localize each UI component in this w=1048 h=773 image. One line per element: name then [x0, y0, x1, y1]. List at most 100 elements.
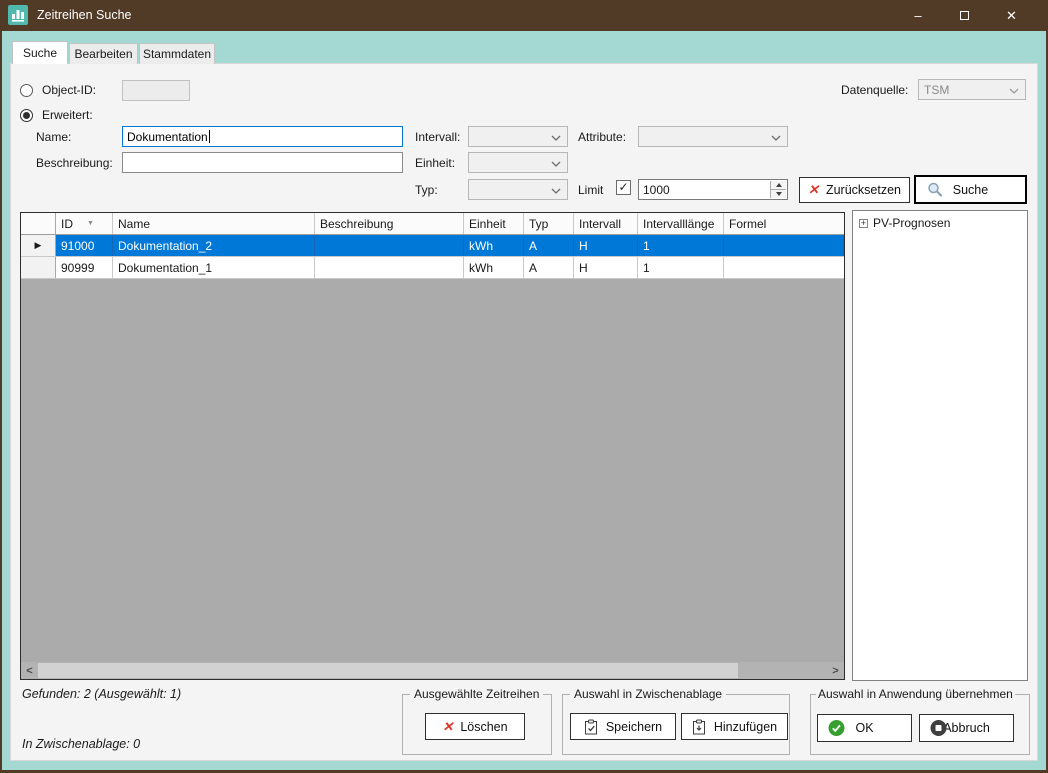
tab-bearbeiten[interactable]: Bearbeiten: [69, 43, 138, 64]
datenquelle-label: Datenquelle:: [841, 83, 908, 97]
cell-name: Dokumentation_1: [113, 257, 315, 278]
chevron-down-icon: [551, 161, 561, 167]
column-label: Formel: [729, 217, 766, 231]
stop-icon: [930, 720, 947, 737]
tree-expand-icon[interactable]: +: [859, 219, 868, 228]
ok-button[interactable]: OK: [817, 714, 912, 742]
attribute-select[interactable]: [638, 126, 788, 147]
close-icon: ✕: [1006, 8, 1017, 24]
table-row[interactable]: 90999 Dokumentation_1 kWh A H 1: [21, 257, 844, 279]
cell-intervalllaenge: 1: [638, 235, 724, 256]
spinner-up-button[interactable]: [771, 181, 786, 190]
chevron-down-icon: [1009, 88, 1019, 94]
scroll-left-button[interactable]: <: [21, 662, 38, 679]
column-label: Intervall: [579, 217, 621, 231]
column-header-id[interactable]: ID ▼: [56, 213, 113, 234]
clipboard-check-icon: [584, 719, 599, 735]
object-id-label: Object-ID:: [42, 83, 96, 97]
limit-value: 1000: [643, 183, 670, 197]
cell-beschreibung: [315, 235, 464, 256]
sort-desc-icon: ▼: [87, 220, 94, 227]
column-header-intervall[interactable]: Intervall: [574, 213, 638, 234]
erweitert-label: Erweitert:: [42, 108, 93, 122]
tab-label: Stammdaten: [143, 47, 211, 61]
tab-stammdaten[interactable]: Stammdaten: [139, 43, 215, 64]
spinner-down-button[interactable]: [771, 190, 786, 198]
beschreibung-input[interactable]: [122, 152, 403, 173]
loeschen-button[interactable]: ✕ Löschen: [425, 713, 525, 740]
name-input[interactable]: Dokumentation: [122, 126, 403, 147]
abbruch-label: Abbruch: [943, 721, 990, 735]
check-icon: ✓: [618, 180, 628, 194]
maximize-button[interactable]: [941, 0, 988, 31]
table-row-selected[interactable]: ▶ 91000 Dokumentation_2 kWh A H 1: [21, 235, 844, 257]
clipboard-add-icon: [692, 719, 707, 735]
column-header-formel[interactable]: Formel: [724, 213, 844, 234]
group-title: Ausgewählte Zeitreihen: [410, 687, 543, 701]
name-label: Name:: [36, 130, 71, 144]
cell-id: 90999: [56, 257, 113, 278]
chevron-down-icon: [771, 135, 781, 141]
einheit-label: Einheit:: [415, 156, 455, 170]
object-id-field[interactable]: [122, 80, 190, 101]
typ-label: Typ:: [415, 183, 438, 197]
close-button[interactable]: ✕: [988, 0, 1035, 31]
cell-formel: [724, 257, 844, 278]
table-corner-cell[interactable]: [21, 213, 56, 234]
results-table: ID ▼ Name Beschreibung Einheit Typ Inter…: [20, 212, 845, 680]
zuruecksetzen-button[interactable]: ✕ Zurücksetzen: [799, 177, 910, 203]
limit-input[interactable]: 1000: [638, 179, 788, 200]
beschreibung-label: Beschreibung:: [36, 156, 113, 170]
suche-button[interactable]: Suche: [914, 175, 1027, 204]
column-header-typ[interactable]: Typ: [524, 213, 574, 234]
plus-icon: +: [861, 218, 866, 228]
ok-label: OK: [855, 721, 873, 735]
cell-intervall: H: [574, 235, 638, 256]
datenquelle-value: TSM: [924, 83, 949, 97]
red-x-icon: ✕: [442, 719, 453, 735]
speichern-button[interactable]: Speichern: [570, 713, 676, 740]
found-status-text: Gefunden: 2 (Ausgewählt: 1): [22, 687, 181, 701]
cell-einheit: kWh: [464, 235, 524, 256]
chevron-down-icon: [551, 188, 561, 194]
limit-checkbox[interactable]: ✓: [616, 180, 631, 195]
column-label: Name: [118, 217, 150, 231]
window-title: Zeitreihen Suche: [37, 8, 132, 22]
cell-formel: [724, 235, 844, 256]
object-id-radio[interactable]: [20, 84, 33, 97]
row-selector-icon: ▶: [35, 240, 42, 251]
scrollbar-track[interactable]: [38, 662, 827, 679]
scroll-right-button[interactable]: >: [827, 662, 844, 679]
group-title: Auswahl in Zwischenablage: [570, 687, 726, 701]
hinzufuegen-button[interactable]: Hinzufügen: [681, 713, 788, 740]
datenquelle-select[interactable]: TSM: [918, 79, 1026, 100]
column-label: ID: [61, 217, 73, 231]
tab-suche[interactable]: Suche: [12, 41, 68, 64]
erweitert-radio[interactable]: [20, 109, 33, 122]
name-value: Dokumentation: [127, 130, 208, 144]
group-title: Auswahl in Anwendung übernehmen: [816, 687, 1015, 701]
column-header-intervalllaenge[interactable]: Intervalllänge: [638, 213, 724, 234]
column-header-name[interactable]: Name: [113, 213, 315, 234]
column-header-beschreibung[interactable]: Beschreibung: [315, 213, 464, 234]
abbruch-button[interactable]: Abbruch: [919, 714, 1014, 742]
speichern-label: Speichern: [606, 720, 662, 734]
app-bar-chart-icon: [8, 5, 28, 25]
tree-item-pv-prognosen[interactable]: + PV-Prognosen: [859, 216, 1021, 230]
scrollbar-thumb[interactable]: [38, 663, 738, 678]
intervall-select[interactable]: [468, 126, 568, 147]
magnifier-icon: [926, 181, 944, 199]
tab-label: Bearbeiten: [74, 47, 132, 61]
table-empty-area: [21, 279, 844, 662]
red-x-icon: ✕: [808, 182, 819, 198]
minimize-button[interactable]: –: [895, 0, 941, 31]
einheit-select[interactable]: [468, 152, 568, 173]
column-header-einheit[interactable]: Einheit: [464, 213, 524, 234]
typ-select[interactable]: [468, 179, 568, 200]
cell-beschreibung: [315, 257, 464, 278]
intervall-label: Intervall:: [415, 130, 460, 144]
horizontal-scrollbar[interactable]: < >: [21, 662, 844, 679]
column-label: Typ: [529, 217, 548, 231]
hinzufuegen-label: Hinzufügen: [714, 720, 777, 734]
minimize-icon: –: [914, 8, 921, 23]
